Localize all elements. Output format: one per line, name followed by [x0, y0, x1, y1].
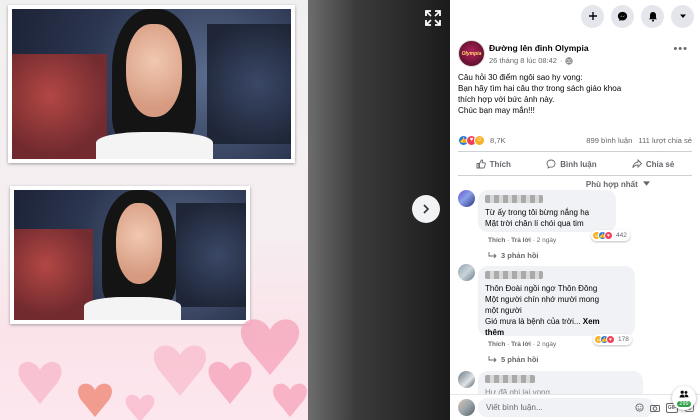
haha-reaction-icon: ☺	[474, 134, 485, 146]
next-photo-button[interactable]	[412, 195, 440, 223]
love-reaction-icon: ♥	[606, 335, 615, 344]
view-replies-button[interactable]: 5 phản hồi	[488, 355, 539, 364]
post-text-line: thích hợp với bức ảnh này.	[458, 95, 555, 104]
messenger-button[interactable]	[611, 4, 634, 28]
comment-text-line: Mặt trời chân lí chói qua tim	[485, 219, 584, 228]
post-text: Câu hỏi 30 điểm ngôi sao hy vọng: Bạn hã…	[458, 72, 692, 116]
share-count[interactable]: 111 lượt chia sẻ	[638, 136, 692, 145]
plus-icon	[588, 12, 597, 20]
avatar[interactable]	[458, 264, 475, 281]
comment-sort-dropdown[interactable]: Phù hợp nhất	[586, 180, 650, 189]
comment-reactions[interactable]: ☺ 👍 ♥ 178	[593, 334, 632, 345]
top-bar	[450, 0, 700, 32]
photo-frame-top	[8, 5, 295, 163]
comment-button[interactable]: Bình luận	[546, 159, 597, 169]
reply-arrow-icon	[488, 252, 497, 259]
divider	[458, 151, 692, 152]
share-icon	[632, 159, 642, 169]
comment-bubble: Từ ấy trong tôi bừng nắng hạ Mặt trời ch…	[478, 190, 616, 232]
comment-input[interactable]: Viết bình luận...	[478, 398, 654, 417]
divider	[458, 175, 692, 176]
contacts-online-button[interactable]: 299	[672, 386, 696, 410]
comment-reactions[interactable]: ☺ 👍 ♥ 442	[591, 230, 630, 241]
globe-icon	[565, 56, 574, 65]
hearts-decoration	[18, 319, 307, 420]
my-avatar[interactable]	[458, 399, 475, 416]
photo	[0, 0, 308, 420]
comment-text-line: Gió mưa là bệnh của trời...	[485, 317, 581, 326]
post-actions: Thích Bình luận Chia sẻ	[458, 155, 692, 173]
comment-icon	[546, 159, 556, 169]
thumbs-up-icon	[476, 159, 486, 169]
bell-icon	[648, 11, 657, 22]
online-count: 299	[677, 401, 691, 407]
comment-label: Bình luận	[560, 159, 597, 169]
page-avatar[interactable]: Olympia	[458, 40, 485, 67]
comment-composer: Viết bình luận... GIF	[450, 394, 700, 420]
reaction-count[interactable]: 8,7K	[490, 136, 506, 145]
love-reaction-icon: ♥	[604, 231, 613, 240]
like-button[interactable]: Thích	[476, 159, 511, 169]
post-time-row: 26 tháng 8 lúc 08:42 ·	[489, 56, 574, 65]
comment-reply-button[interactable]: Trả lời	[511, 237, 531, 244]
post-text-line: Chúc bạn may mắn!!!	[458, 106, 535, 115]
comment-reaction-count: 178	[618, 336, 629, 343]
commenter-name-obscured[interactable]	[485, 271, 543, 279]
comment-count[interactable]: 899 bình luận	[586, 136, 632, 145]
caret-down-icon	[643, 181, 650, 186]
comment-reaction-count: 442	[616, 232, 627, 239]
post-text-line: Câu hỏi 30 điểm ngôi sao hy vọng:	[458, 73, 583, 82]
comment-meta: Thích · Trả lời · 2 ngày	[488, 341, 557, 348]
reply-arrow-icon	[488, 356, 497, 363]
comment-like-button[interactable]: Thích	[488, 341, 505, 348]
comment-text-line: Thôn Đoài ngồi ngơ Thôn Đông	[485, 284, 598, 293]
sort-label: Phù hợp nhất	[585, 180, 638, 189]
post-stats: 👍 ♥ ☺ 8,7K 899 bình luận 111 lượt chia s…	[458, 133, 692, 147]
page-name[interactable]: Đường lên đỉnh Olympia	[489, 43, 589, 53]
commenter-name-obscured[interactable]	[485, 195, 543, 203]
comment-meta: Thích · Trả lời · 2 ngày	[488, 237, 557, 244]
avatar[interactable]	[458, 371, 475, 388]
avatar[interactable]	[458, 190, 475, 207]
create-button[interactable]	[581, 4, 604, 28]
like-label: Thích	[489, 159, 511, 169]
comment-age[interactable]: 2 ngày	[537, 237, 557, 244]
comment-text-line: Một người chín nhớ mười mong	[485, 295, 600, 304]
photo-viewer	[0, 0, 450, 420]
chevron-right-icon	[423, 204, 430, 214]
comment-text-line: Từ ấy trong tôi bừng nắng hạ	[485, 208, 590, 217]
see-more-link[interactable]: Xem	[583, 317, 600, 326]
reaction-icons[interactable]: 👍 ♥ ☺	[458, 134, 485, 146]
view-replies-button[interactable]: 3 phản hồi	[488, 251, 539, 260]
comment-age[interactable]: 2 ngày	[537, 341, 557, 348]
chevron-down-icon	[679, 14, 686, 18]
comment-like-button[interactable]: Thích	[488, 237, 505, 244]
logo-text: Olympia	[461, 50, 482, 57]
share-label: Chia sẻ	[645, 159, 675, 169]
post-panel: Olympia Đường lên đỉnh Olympia 26 tháng …	[450, 0, 700, 420]
replies-count: 3 phản hồi	[501, 251, 539, 260]
comment-bubble: Thôn Đoài ngồi ngơ Thôn Đông Một người c…	[478, 266, 635, 337]
post-header: Olympia Đường lên đỉnh Olympia 26 tháng …	[458, 40, 692, 68]
comment-text-line: một người	[485, 306, 522, 315]
post-time[interactable]: 26 tháng 8 lúc 08:42	[489, 56, 557, 65]
people-icon	[679, 390, 689, 398]
account-menu-button[interactable]	[671, 4, 694, 28]
comment-reply-button[interactable]: Trả lời	[511, 341, 531, 348]
camera-icon[interactable]	[650, 403, 660, 413]
more-options-icon[interactable]: •••	[673, 43, 688, 55]
sticker-icon[interactable]	[634, 403, 644, 413]
replies-count: 5 phản hồi	[501, 355, 539, 364]
notifications-button[interactable]	[641, 4, 664, 28]
expand-icon[interactable]	[423, 8, 443, 28]
post-text-line: Bạn hãy tìm hai câu thơ trong sách giáo …	[458, 84, 622, 93]
share-button[interactable]: Chia sẻ	[632, 159, 674, 169]
messenger-icon	[617, 11, 628, 21]
commenter-name-obscured[interactable]	[485, 375, 535, 383]
